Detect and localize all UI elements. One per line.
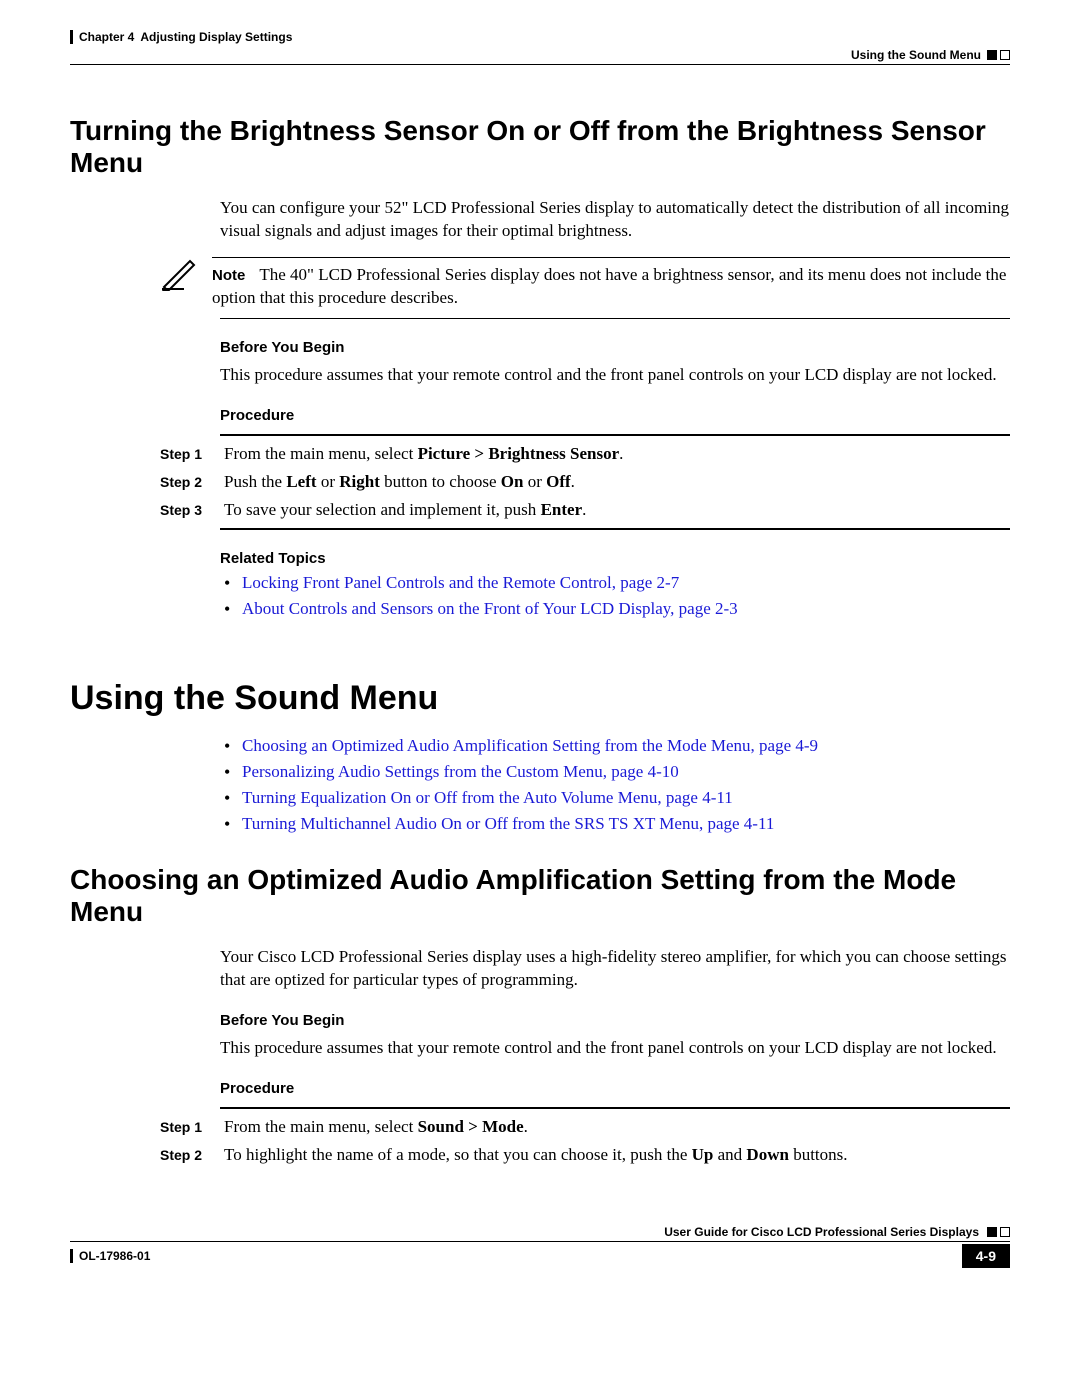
procedure-top-rule <box>220 434 1010 436</box>
related-link[interactable]: About Controls and Sensors on the Front … <box>242 599 738 618</box>
step-text: Push the Left or Right button to choose … <box>224 472 1010 492</box>
list-item: Personalizing Audio Settings from the Cu… <box>220 762 1010 782</box>
guide-title: User Guide for Cisco LCD Professional Se… <box>664 1225 979 1239</box>
step-row: Step 2 To highlight the name of a mode, … <box>160 1145 1010 1165</box>
topic-link[interactable]: Personalizing Audio Settings from the Cu… <box>242 762 679 781</box>
note-end-rule <box>220 318 1010 319</box>
section-name: Using the Sound Menu <box>851 48 981 62</box>
procedure-top-rule <box>220 1107 1010 1109</box>
list-item: Choosing an Optimized Audio Amplificatio… <box>220 736 1010 756</box>
step-label: Step 1 <box>160 444 206 464</box>
page-footer: User Guide for Cisco LCD Professional Se… <box>70 1225 1010 1268</box>
topic-link[interactable]: Turning Multichannel Audio On or Off fro… <box>242 814 774 833</box>
header-left: Chapter 4 Adjusting Display Settings <box>70 30 292 44</box>
procedure-steps: Step 1 From the main menu, select Pictur… <box>160 444 1010 520</box>
before-you-begin-label: Before You Begin <box>220 1012 1010 1029</box>
heading-sound-menu: Using the Sound Menu <box>70 679 1010 718</box>
step-label: Step 3 <box>160 500 206 520</box>
footer-bar-icon <box>70 1249 73 1263</box>
topic-link[interactable]: Turning Equalization On or Off from the … <box>242 788 733 807</box>
intro-text: Your Cisco LCD Professional Series displ… <box>220 946 1010 992</box>
step-row: Step 1 From the main menu, select Sound … <box>160 1117 1010 1137</box>
step-label: Step 2 <box>160 1145 206 1165</box>
footer-squares-icon <box>987 1227 1010 1237</box>
note-pencil-icon <box>160 257 198 291</box>
before-you-begin-label: Before You Begin <box>220 339 1010 356</box>
sound-menu-links: Choosing an Optimized Audio Amplificatio… <box>220 736 1010 834</box>
header-right: Using the Sound Menu <box>70 48 1010 62</box>
header-squares-icon <box>987 50 1010 60</box>
step-text: To highlight the name of a mode, so that… <box>224 1145 1010 1165</box>
chapter-title: Adjusting Display Settings <box>140 30 292 44</box>
step-text: From the main menu, select Picture > Bri… <box>224 444 1010 464</box>
header-rule <box>70 64 1010 65</box>
step-text: To save your selection and implement it,… <box>224 500 1010 520</box>
note-label: Note <box>212 267 245 284</box>
intro-block: You can configure your 52" LCD Professio… <box>220 197 1010 243</box>
step-row: Step 2 Push the Left or Right button to … <box>160 472 1010 492</box>
step-label: Step 1 <box>160 1117 206 1137</box>
document-page: Chapter 4 Adjusting Display Settings Usi… <box>0 0 1080 1308</box>
list-item: Locking Front Panel Controls and the Rem… <box>220 573 1010 593</box>
step-text: From the main menu, select Sound > Mode. <box>224 1117 1010 1137</box>
chapter-prefix: Chapter 4 <box>79 30 134 44</box>
note-block: Note The 40" LCD Professional Series dis… <box>160 257 1010 310</box>
list-item: Turning Equalization On or Off from the … <box>220 788 1010 808</box>
list-item: About Controls and Sensors on the Front … <box>220 599 1010 619</box>
related-topics-label: Related Topics <box>220 550 1010 567</box>
related-link[interactable]: Locking Front Panel Controls and the Rem… <box>242 573 679 592</box>
intro-text: You can configure your 52" LCD Professio… <box>220 197 1010 243</box>
before-you-begin-text: This procedure assumes that your remote … <box>220 364 1010 387</box>
procedure-steps: Step 1 From the main menu, select Sound … <box>160 1117 1010 1165</box>
heading-audio-mode: Choosing an Optimized Audio Amplificatio… <box>70 864 1010 928</box>
note-text: The 40" LCD Professional Series display … <box>212 265 1006 307</box>
list-item: Turning Multichannel Audio On or Off fro… <box>220 814 1010 834</box>
doc-id: OL-17986-01 <box>70 1249 150 1263</box>
procedure-label: Procedure <box>220 407 1010 424</box>
step-row: Step 3 To save your selection and implem… <box>160 500 1010 520</box>
page-number: 4-9 <box>962 1244 1010 1268</box>
procedure-label: Procedure <box>220 1080 1010 1097</box>
footer-rule <box>70 1241 1010 1242</box>
heading-brightness-sensor: Turning the Brightness Sensor On or Off … <box>70 115 1010 179</box>
step-label: Step 2 <box>160 472 206 492</box>
running-header: Chapter 4 Adjusting Display Settings <box>70 30 1010 44</box>
before-you-begin-text: This procedure assumes that your remote … <box>220 1037 1010 1060</box>
step-row: Step 1 From the main menu, select Pictur… <box>160 444 1010 464</box>
header-bar-icon <box>70 30 73 44</box>
procedure-bottom-rule <box>220 528 1010 530</box>
topic-link[interactable]: Choosing an Optimized Audio Amplificatio… <box>242 736 818 755</box>
related-topics-list: Locking Front Panel Controls and the Rem… <box>220 573 1010 619</box>
